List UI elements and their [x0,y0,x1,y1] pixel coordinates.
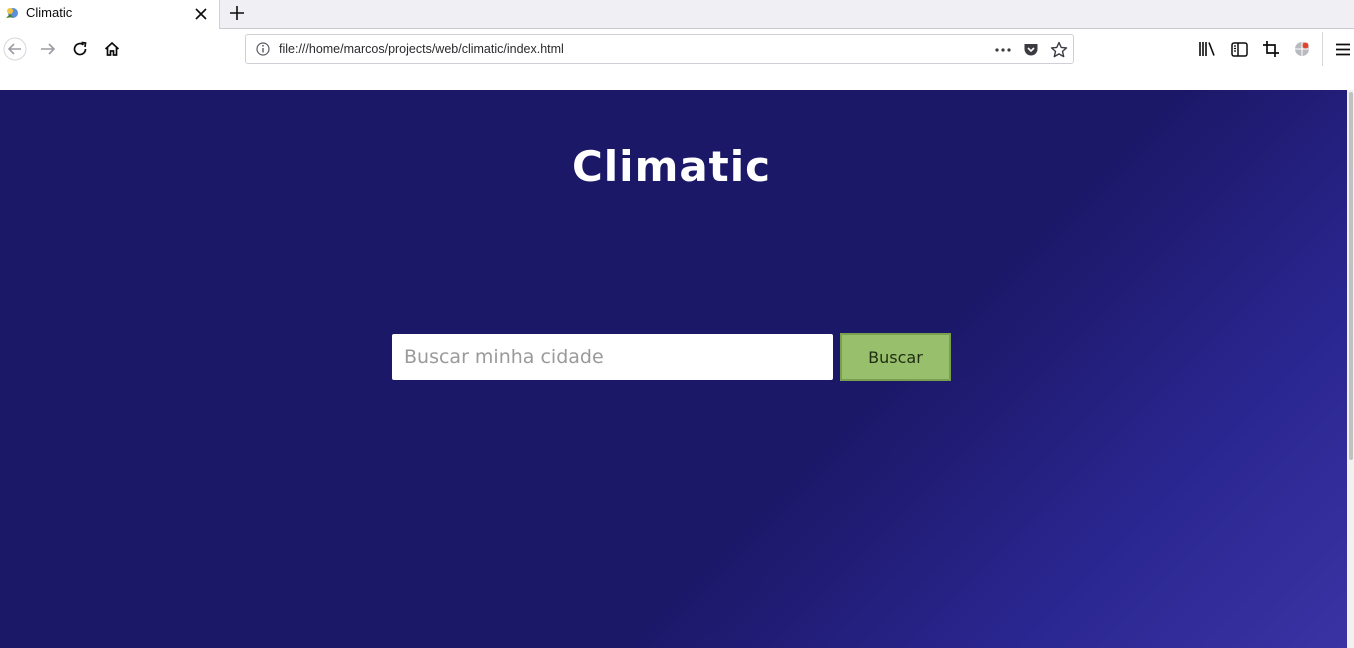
sidebar-icon[interactable] [1229,39,1249,59]
back-arrow-icon[interactable] [3,37,27,61]
search-button[interactable]: Buscar [840,333,951,381]
climatic-favicon-icon [4,5,21,22]
library-icon[interactable] [1197,39,1217,59]
toolbar-bottom-gap [0,69,1354,90]
tab-title: Climatic [26,5,73,20]
page-title: Climatic [571,142,772,191]
plus-icon[interactable] [226,2,248,24]
url-bar[interactable]: file:///home/marcos/projects/web/climati… [245,34,1074,64]
tab-strip: Climatic [0,0,1354,29]
hamburger-menu-icon[interactable] [1333,39,1353,59]
scrollbar-thumb[interactable] [1349,92,1353,460]
bookmark-star-icon[interactable] [1049,40,1069,60]
toolbar-separator [1322,32,1323,66]
browser-tab[interactable]: Climatic [0,0,220,29]
url-text[interactable]: file:///home/marcos/projects/web/climati… [279,42,564,56]
extension-globe-icon[interactable] [1292,39,1312,59]
pocket-icon[interactable] [1021,40,1041,60]
forward-arrow-icon[interactable] [36,37,60,61]
home-icon[interactable] [100,37,124,61]
page-content: Climatic Buscar [0,90,1347,648]
search-input[interactable] [392,334,833,380]
info-icon[interactable] [255,41,271,57]
more-actions-icon[interactable] [993,40,1013,60]
close-icon[interactable] [193,6,209,22]
reload-icon[interactable] [68,37,92,61]
screenshot-crop-icon[interactable] [1261,39,1281,59]
